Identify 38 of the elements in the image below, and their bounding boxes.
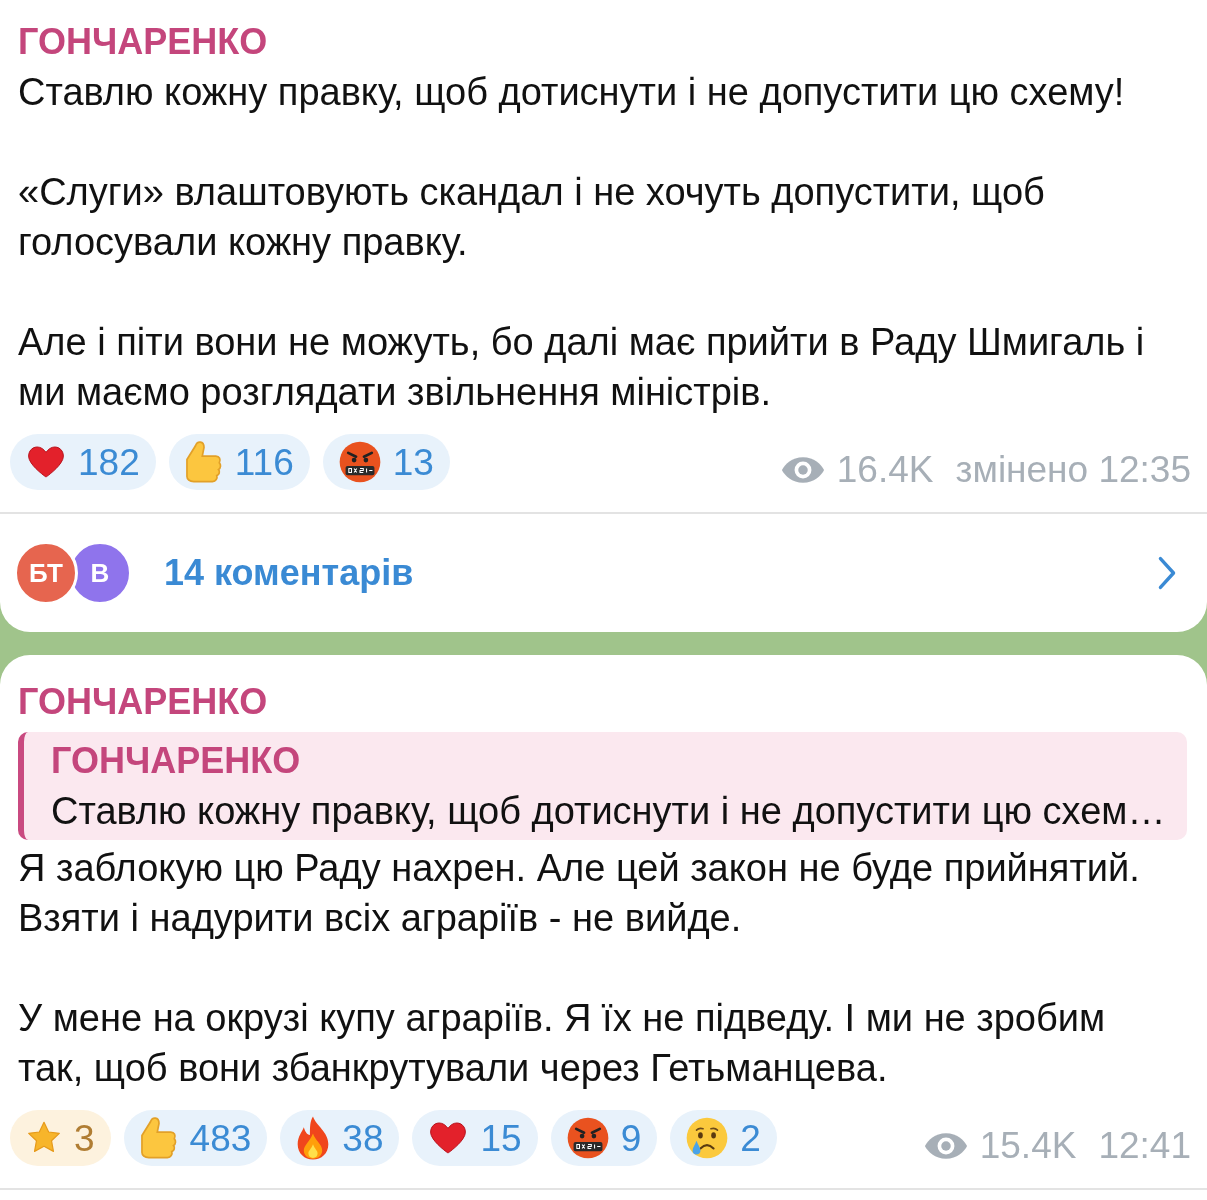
angry-face-icon — [338, 441, 381, 483]
reaction-button[interactable]: 9 — [550, 1110, 658, 1166]
reply-text: Ставлю кожну правку, щоб дотиснути і не допустити цю схем… — [51, 789, 1167, 834]
message-text: Я заблокую цю Раду нахрен. Але цей закон не буде прийнятий. Взяти і надурити всіх аграріїв - не вийде. — [18, 846, 1141, 941]
reaction-button[interactable]: 15 — [412, 1110, 538, 1166]
message-text: «Слуги» влаштовують скандал і не хочуть допустити, щоб голосували кожну правку. — [18, 170, 1046, 265]
comments-link[interactable]: 14 коментарів — [164, 546, 1157, 600]
message-text: Але і піти вони не можуть, бо далі має прийти в Раду Шмигаль і ми маємо розглядати звільнення міністрів. — [18, 320, 1146, 415]
reaction-button[interactable]: 2 — [670, 1110, 777, 1166]
fire-icon — [296, 1115, 331, 1161]
thumbs-up-icon — [184, 439, 223, 485]
chevron-right-icon[interactable] — [1157, 556, 1177, 590]
reaction-button[interactable]: 38 — [280, 1110, 400, 1166]
angry-face-icon — [566, 1117, 609, 1159]
reply-author: ГОНЧАРЕНКО — [51, 739, 302, 783]
reaction-button[interactable]: 483 — [123, 1110, 268, 1166]
eye-icon — [780, 454, 825, 485]
eye-icon — [923, 1130, 968, 1161]
author-name: ГОНЧАРЕНКО — [18, 680, 269, 724]
message-time: змінено 12:35 — [955, 451, 1191, 488]
message-time: 12:41 — [1098, 1127, 1191, 1164]
comments-row[interactable]: БТ В 14 коментарів — [0, 514, 1207, 632]
reaction-button[interactable]: 13 — [322, 434, 450, 490]
avatar-initials: БТ — [29, 556, 63, 590]
author-name: ГОНЧАРЕНКО — [18, 20, 269, 64]
reaction-button[interactable]: 3 — [10, 1110, 111, 1166]
reply-quote[interactable]: ГОНЧАРЕНКО Ставлю кожну правку, щоб дотиснути і не допустити цю схем… — [18, 732, 1187, 840]
message-text: Ставлю кожну правку, щоб дотиснути і не допустити цю схему! — [18, 70, 1126, 115]
view-count: 15.4K — [979, 1127, 1077, 1164]
message-text: У мене на окрузі купу аграріїв. Я їх не підведу. І ми не зробим так, щоб вони збанкрутували через Гетьманцева. — [18, 996, 1107, 1091]
avatar-initials: В — [90, 556, 110, 590]
thumbs-up-icon — [139, 1115, 178, 1161]
view-count: 16.4K — [836, 451, 934, 488]
reaction-button[interactable]: 182 — [10, 434, 156, 490]
heart-icon — [428, 1121, 469, 1155]
crying-face-icon — [686, 1117, 729, 1159]
heart-icon — [26, 445, 66, 479]
reaction-button[interactable]: 116 — [168, 434, 310, 490]
